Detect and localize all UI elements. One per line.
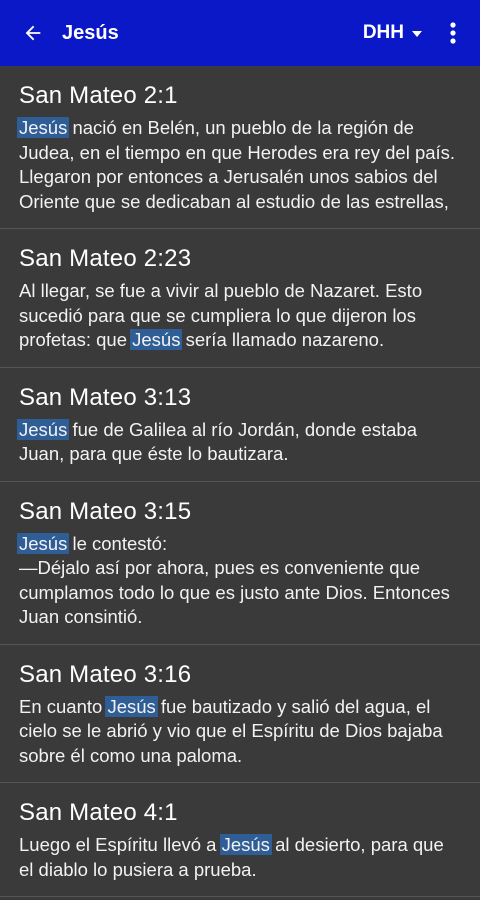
back-button[interactable] — [0, 0, 66, 66]
more-options-button[interactable] — [440, 0, 466, 66]
result-item[interactable]: San Mateo 4:1 Luego el Espíritu llevó a … — [0, 783, 480, 897]
verse-text: En cuanto Jesús fue bautizado y salió de… — [19, 695, 462, 769]
search-match-highlight: Jesús — [17, 532, 70, 554]
result-item[interactable]: San Mateo 2:1 Jesús nació en Belén, un p… — [0, 66, 480, 229]
verse-text-after: fue de Galilea al río Jordán, donde esta… — [19, 418, 418, 465]
search-match-highlight: Jesús — [130, 329, 183, 350]
vertical-dots-icon — [450, 22, 456, 44]
verse-text-after: sería llamado nazareno. — [180, 329, 385, 350]
verse-text: Al llegar, se fue a vivir al pueblo de N… — [19, 279, 462, 353]
verse-reference: San Mateo 2:23 — [19, 245, 192, 272]
search-results-list: San Mateo 2:1 Jesús nació en Belén, un p… — [0, 66, 480, 900]
version-label: DHH — [362, 22, 404, 43]
verse-reference: San Mateo 3:16 — [19, 660, 192, 688]
verse-text-after: le contestó: —Déjalo así por ahora, pues… — [19, 532, 450, 628]
result-item[interactable]: San Mateo 3:13 Jesús fue de Galilea al r… — [0, 368, 480, 482]
search-match-highlight: Jesús — [17, 117, 70, 138]
verse-text-before: Luego el Espíritu llevó a — [19, 834, 222, 855]
app-bar: Jesús DHH — [0, 0, 480, 66]
version-dropdown[interactable]: DHH — [363, 22, 422, 44]
verse-reference: San Mateo 2:1 — [19, 82, 178, 109]
result-item[interactable]: San Mateo 3:16 En cuanto Jesús fue bauti… — [0, 645, 480, 783]
verse-text: Luego el Espíritu llevó a Jesús al desie… — [19, 833, 462, 882]
verse-text: Jesús le contestó: —Déjalo así por ahora… — [17, 532, 462, 630]
verse-reference: San Mateo 3:13 — [19, 383, 192, 411]
arrow-left-icon — [25, 25, 41, 41]
result-item[interactable]: San Mateo 2:23 Al llegar, se fue a vivir… — [0, 229, 480, 368]
verse-text-before: En cuanto — [19, 695, 108, 717]
verse-text-after: nació en Belén, un pueblo de la región d… — [19, 117, 456, 212]
page-title: Jesús — [62, 21, 119, 44]
search-match-highlight: Jesús — [17, 418, 70, 440]
search-match-highlight: Jesús — [105, 695, 158, 717]
verse-text: Jesús fue de Galilea al río Jordán, dond… — [17, 418, 462, 467]
result-item[interactable]: San Mateo 3:15 Jesús le contestó: —Déjal… — [0, 482, 480, 645]
verse-reference: San Mateo 4:1 — [19, 799, 178, 826]
caret-down-icon — [412, 31, 422, 37]
search-match-highlight: Jesús — [219, 834, 272, 855]
verse-reference: San Mateo 3:15 — [19, 497, 192, 525]
verse-text: Jesús nació en Belén, un pueblo de la re… — [17, 116, 462, 214]
